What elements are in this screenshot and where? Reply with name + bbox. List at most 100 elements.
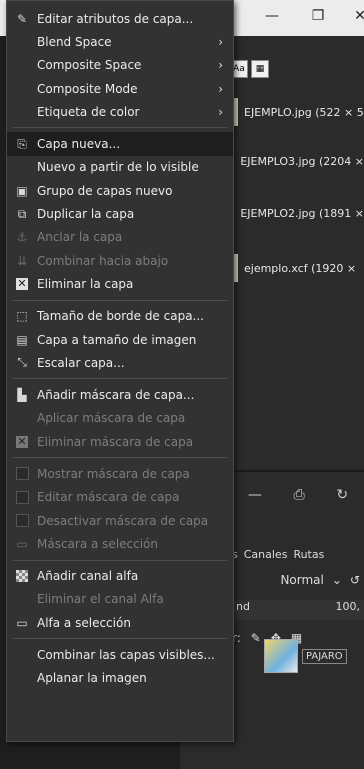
image-name: EJEMPLO.jpg (522 × 5 bbox=[244, 105, 364, 119]
menu-item-mascara-a-seleccion[interactable]: ▭ Máscara a selección bbox=[7, 532, 233, 555]
menu-item-eliminar-el-canal-alfa[interactable]: Eliminar el canal Alfa bbox=[7, 588, 233, 611]
menu-separator bbox=[7, 123, 233, 132]
menu-item-duplicar-la-capa[interactable]: ⧉ Duplicar la capa bbox=[7, 202, 233, 225]
print-icon[interactable]: ⎙ bbox=[294, 487, 305, 511]
menu-item-eliminar-la-capa[interactable]: ✕ Eliminar la capa bbox=[7, 272, 233, 295]
menu-item-label: Capa nueva... bbox=[37, 137, 121, 152]
chevron-right-icon: › bbox=[218, 104, 223, 119]
menu-item-combinar-las-capas-visibles[interactable]: Combinar las capas visibles... bbox=[7, 643, 233, 666]
show-mask-checkbox bbox=[15, 467, 29, 481]
new-layer-icon: ⎘ bbox=[17, 136, 27, 151]
menu-item-anclar-la-capa[interactable]: ⚓ Anclar la capa bbox=[7, 226, 233, 249]
menu-item-label: Editar máscara de capa bbox=[37, 490, 180, 505]
menu-item-label: Duplicar la capa bbox=[37, 207, 135, 222]
layer-context-menu: ✎ Editar atributos de capa... Blend Space ›… bbox=[6, 0, 234, 742]
menu-item-label: Aplanar la imagen bbox=[37, 671, 147, 686]
menu-item-aplanar-la-imagen[interactable]: Aplanar la imagen bbox=[7, 667, 233, 690]
chevron-right-icon: › bbox=[218, 58, 223, 73]
menu-item-editar-mascara-de-capa[interactable]: Editar máscara de capa bbox=[7, 486, 233, 509]
reset-icon[interactable]: ↺ bbox=[350, 573, 360, 587]
lock-pixels-icon[interactable]: ✎ bbox=[251, 631, 261, 645]
menu-item-grupo-de-capas-nuevo[interactable]: ▣ Grupo de capas nuevo bbox=[7, 179, 233, 202]
image-name: EJEMPLO2.jpg (1891 × bbox=[240, 206, 364, 220]
close-icon[interactable]: ✕ bbox=[350, 6, 364, 26]
layer-row[interactable]: PAJARO bbox=[264, 636, 364, 676]
menu-item-label: Nuevo a partir de lo visible bbox=[37, 160, 199, 175]
menu-item-escalar-capa[interactable]: ⤡ Escalar capa... bbox=[7, 351, 233, 374]
chevron-down-icon: ⌄ bbox=[331, 573, 342, 587]
menu-item-mostrar-mascara-de-capa[interactable]: Mostrar máscara de capa bbox=[7, 462, 233, 485]
menu-item-label: Aplicar máscara de capa bbox=[37, 411, 186, 426]
minus-icon[interactable]: — bbox=[248, 487, 262, 511]
opacity-label: nd bbox=[236, 600, 250, 613]
images-tab-icon[interactable]: ▦ bbox=[251, 60, 269, 78]
anchor-icon: ⚓ bbox=[16, 230, 28, 245]
mask-to-selection-icon: ▭ bbox=[16, 536, 28, 551]
menu-item-composite-space[interactable]: Composite Space › bbox=[7, 54, 233, 77]
menu-item-aplicar-mascara-de-capa[interactable]: Aplicar máscara de capa bbox=[7, 407, 233, 430]
menu-item-capa-a-tamano-de-imagen[interactable]: ▤ Capa a tamaño de imagen bbox=[7, 328, 233, 351]
image-name: EJEMPLO3.jpg (2204 × bbox=[240, 154, 364, 168]
menu-item-combinar-hacia-abajo[interactable]: ⇊ Combinar hacia abajo bbox=[7, 249, 233, 272]
duplicate-icon: ⧉ bbox=[17, 206, 27, 221]
dock-divider bbox=[232, 470, 364, 472]
chevron-right-icon: › bbox=[218, 81, 223, 96]
menu-item-label: Máscara a selección bbox=[37, 536, 159, 551]
menu-item-alfa-a-seleccion[interactable]: ▭ Alfa a selección bbox=[7, 611, 233, 634]
layer-thumbnail bbox=[264, 639, 298, 673]
menu-item-anadir-mascara-de-capa[interactable]: ▙ Añadir máscara de capa... bbox=[7, 383, 233, 406]
menu-item-label: Escalar capa... bbox=[37, 355, 125, 370]
menu-item-label: Etiqueta de color bbox=[37, 104, 140, 119]
menu-item-label: Añadir máscara de capa... bbox=[37, 388, 195, 403]
menu-item-desactivar-mascara-de-capa[interactable]: Desactivar máscara de capa bbox=[7, 509, 233, 532]
menu-item-label: Alfa a selección bbox=[37, 615, 131, 630]
menu-item-label: Blend Space bbox=[37, 34, 112, 49]
menu-item-tamano-de-borde-de-capa[interactable]: ⬚ Tamaño de borde de capa... bbox=[7, 305, 233, 328]
menu-item-label: Combinar hacia abajo bbox=[37, 253, 169, 268]
dock-toolbar: — ⎙ ↻ bbox=[232, 487, 364, 511]
layer-name: PAJARO bbox=[302, 648, 347, 664]
opacity-slider[interactable]: nd 100, bbox=[232, 600, 364, 620]
add-alpha-icon bbox=[15, 569, 29, 583]
menu-item-nuevo-a-partir-de-lo-visible[interactable]: Nuevo a partir de lo visible bbox=[7, 156, 233, 179]
menu-item-anadir-canal-alfa[interactable]: Añadir canal alfa bbox=[7, 565, 233, 588]
tab-channels[interactable]: Canales bbox=[244, 548, 288, 561]
image-list-item[interactable]: ejemplo.xcf (1920 × bbox=[232, 252, 364, 284]
minimize-icon[interactable]: — bbox=[262, 6, 282, 26]
image-list-item[interactable]: EJEMPLO.jpg (522 × 5 bbox=[232, 96, 364, 128]
menu-item-composite-mode[interactable]: Composite Mode › bbox=[7, 77, 233, 100]
menu-item-eliminar-mascara-de-capa[interactable]: ✕ Eliminar máscara de capa bbox=[7, 430, 233, 453]
menu-item-etiqueta-de-color[interactable]: Etiqueta de color › bbox=[7, 100, 233, 123]
edit-attributes-icon: ✎ bbox=[16, 11, 28, 26]
menu-separator bbox=[7, 634, 233, 643]
disable-mask-checkbox bbox=[15, 514, 29, 528]
menu-item-label: Eliminar máscara de capa bbox=[37, 434, 194, 449]
menu-item-label: Añadir canal alfa bbox=[37, 569, 139, 584]
menu-item-label: Combinar las capas visibles... bbox=[37, 648, 215, 663]
alpha-to-selection-icon: ▭ bbox=[16, 615, 28, 630]
menu-item-editar-atributos-de-capa[interactable]: ✎ Editar atributos de capa... bbox=[7, 7, 233, 30]
menu-separator bbox=[7, 296, 233, 305]
layer-boundary-icon: ⬚ bbox=[16, 309, 28, 324]
image-list-item[interactable]: EJEMPLO3.jpg (2204 × bbox=[232, 145, 364, 177]
menu-item-label: Capa a tamaño de imagen bbox=[37, 332, 197, 347]
menu-item-label: Composite Space bbox=[37, 58, 142, 73]
scale-icon: ⤡ bbox=[17, 355, 27, 370]
delete-icon: ✕ bbox=[16, 276, 28, 290]
tab-paths[interactable]: Rutas bbox=[293, 548, 324, 561]
menu-item-blend-space[interactable]: Blend Space › bbox=[7, 30, 233, 53]
menu-separator bbox=[7, 374, 233, 383]
opacity-value: 100, bbox=[335, 600, 361, 613]
refresh-icon[interactable]: ↻ bbox=[336, 487, 348, 511]
menu-separator bbox=[7, 556, 233, 565]
chevron-right-icon: › bbox=[218, 34, 223, 49]
image-list-item[interactable]: EJEMPLO2.jpg (1891 × bbox=[232, 197, 364, 229]
menu-item-label: Eliminar la capa bbox=[37, 276, 134, 291]
mode-select[interactable]: Normal bbox=[280, 573, 323, 587]
menu-item-capa-nueva[interactable]: ⎘ Capa nueva... bbox=[7, 132, 233, 156]
image-name: ejemplo.xcf (1920 × bbox=[244, 261, 357, 275]
restore-icon[interactable]: ❐ bbox=[308, 6, 328, 26]
add-mask-icon: ▙ bbox=[17, 388, 27, 403]
menu-item-label: Editar atributos de capa... bbox=[37, 11, 194, 26]
menu-item-label: Anclar la capa bbox=[37, 230, 123, 245]
